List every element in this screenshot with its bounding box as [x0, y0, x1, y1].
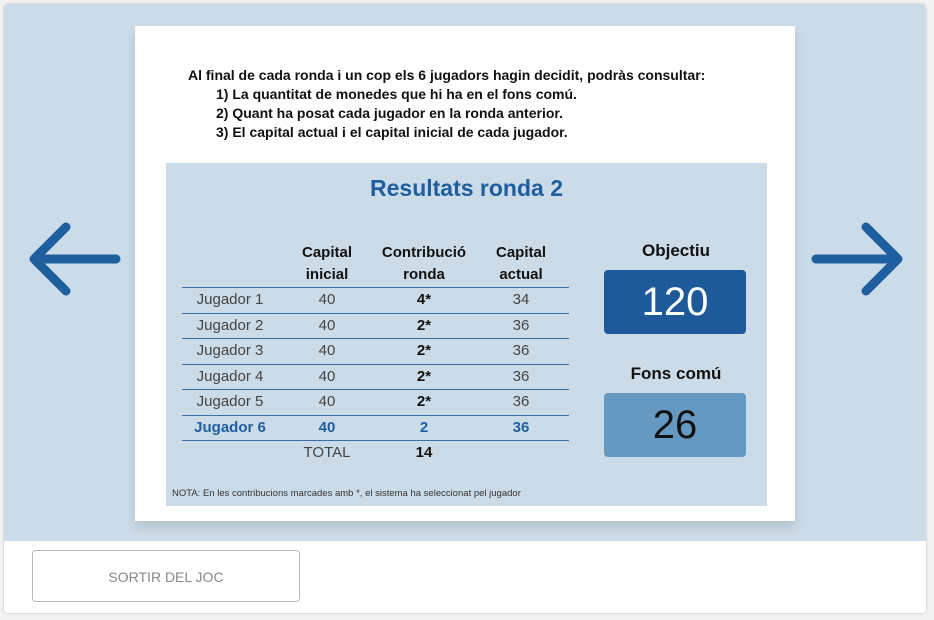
results-slide: Al final de cada ronda i un cop els 6 ju…: [135, 26, 795, 521]
header-capital-inicial: Capital inicial: [282, 242, 372, 286]
player-name: Jugador 3: [196, 342, 264, 359]
intro-text: Al final de cada ronda i un cop els 6 ju…: [188, 66, 705, 142]
capital-inicial-cell: 40: [318, 342, 336, 359]
table-row: Jugador 4 40 2* 36: [182, 365, 569, 390]
capital-inicial-cell: 40: [318, 316, 336, 334]
contribucio-cell: 2*: [416, 342, 432, 359]
capital-actual-cell: 36: [512, 367, 530, 385]
capital-actual-cell: 36: [512, 316, 530, 334]
table-row: Jugador 2 40 2* 36: [182, 314, 569, 339]
arrow-right-icon: [811, 222, 903, 296]
contribucio-cell: 2: [419, 418, 429, 436]
contribucio-cell: 2*: [416, 367, 432, 385]
table-row: Jugador 1 40 4* 34: [182, 287, 569, 314]
header-line: Capital: [495, 244, 546, 261]
player-name: Jugador 2: [196, 316, 264, 334]
slide-stage: Al final de cada ronda i un cop els 6 ju…: [4, 4, 926, 541]
header-line: ronda: [403, 266, 445, 283]
capital-inicial-cell: 40: [318, 367, 336, 385]
arrow-left-icon: [29, 222, 121, 296]
intro-item: 3) El capital actual i el capital inicia…: [216, 124, 568, 140]
header-contribucio: Contribució ronda: [364, 242, 484, 286]
intro-item: 2) Quant ha posat cada jugador en la ron…: [216, 105, 563, 121]
capital-inicial-cell: 40: [318, 393, 336, 410]
player-name: Jugador 4: [196, 367, 264, 385]
results-title: Resultats ronda 2: [370, 175, 563, 201]
header-line: actual: [499, 266, 543, 283]
results-panel: Resultats ronda 2 Capital inicial Contri…: [166, 163, 767, 506]
contribucio-cell: 2*: [416, 393, 432, 410]
header-capital-actual: Capital actual: [476, 242, 566, 286]
fons-comu-label: Fons comú: [630, 364, 722, 383]
capital-actual-cell: 36: [512, 418, 530, 436]
player-name: Jugador 5: [196, 393, 264, 410]
results-note: NOTA: En les contribucions marcades amb …: [172, 488, 521, 499]
intro-line: Al final de cada ronda i un cop els 6 ju…: [188, 67, 706, 83]
total-label: TOTAL: [303, 444, 351, 461]
previous-slide-button[interactable]: [24, 219, 124, 305]
capital-actual-cell: 36: [512, 342, 530, 359]
contribucio-cell: 4*: [416, 291, 432, 308]
capital-inicial-cell: 40: [318, 291, 336, 308]
capital-actual-cell: 34: [512, 291, 530, 308]
table-row: Jugador 5 40 2* 36: [182, 390, 569, 416]
fons-comu-value-box: 26: [604, 393, 746, 457]
table-row: Jugador 3 40 2* 36: [182, 339, 569, 365]
objectiu-label: Objectiu: [641, 241, 710, 260]
capital-inicial-cell: 40: [318, 418, 336, 436]
objectiu-value-box: 120: [604, 270, 746, 334]
header-line: Capital: [301, 244, 352, 261]
player-name: Jugador 6: [194, 418, 266, 436]
header-line: Contribució: [381, 244, 467, 261]
player-name: Jugador 1: [196, 291, 264, 308]
app-frame: Al final de cada ronda i un cop els 6 ju…: [4, 4, 926, 613]
intro-item: 1) La quantitat de monedes que hi ha en …: [216, 86, 577, 102]
table-row-current-player: Jugador 6 40 2 36: [182, 416, 569, 441]
table-total-row: TOTAL 14: [182, 441, 569, 466]
contribucio-cell: 2*: [416, 316, 432, 334]
header-line: inicial: [305, 266, 349, 283]
exit-game-button[interactable]: SORTIR DEL JOC: [32, 550, 300, 602]
capital-actual-cell: 36: [512, 393, 530, 410]
next-slide-button[interactable]: [808, 219, 908, 305]
results-table: Jugador 1 40 4* 34 Jugador 2 40 2* 36 Ju…: [182, 287, 569, 466]
total-value: 14: [415, 444, 433, 461]
